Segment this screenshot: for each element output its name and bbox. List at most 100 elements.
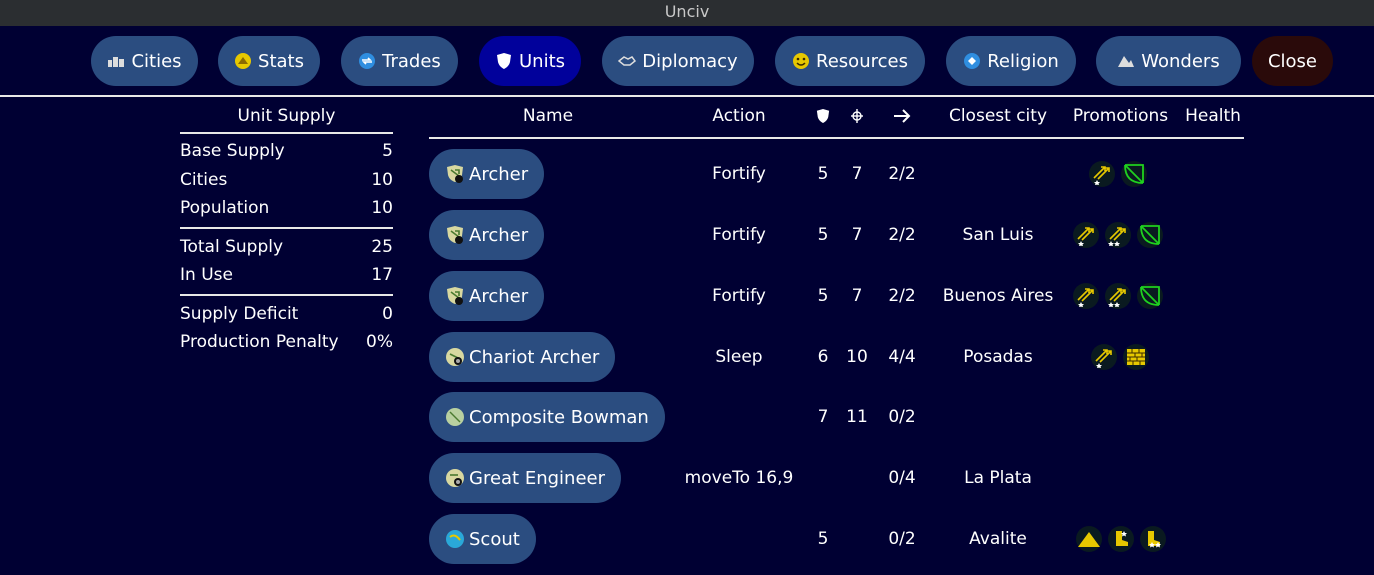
arrows-two-stars-icon[interactable] — [1105, 222, 1131, 248]
supply-row: Supply Deficit 0 — [180, 300, 393, 329]
arrows-star-icon[interactable] — [1073, 283, 1099, 309]
boot-two-stars-icon[interactable] — [1140, 526, 1166, 552]
bow-icon[interactable] — [1137, 283, 1163, 309]
archer-icon — [447, 226, 463, 244]
unit-range — [844, 514, 870, 564]
unit-closest-city: La Plata — [964, 468, 1032, 488]
unit-closest-city: Buenos Aires — [942, 286, 1054, 306]
unit-closest-city — [928, 392, 1068, 442]
unit-name: Great Engineer — [469, 467, 606, 489]
unit-button-composite-bowman[interactable]: Composite Bowman — [429, 392, 665, 442]
arrows-two-stars-icon[interactable] — [1105, 283, 1131, 309]
supply-value: 25 — [371, 236, 393, 257]
tab-diplomacy[interactable]: Diplomacy — [602, 36, 754, 86]
unit-promotions — [1076, 514, 1166, 564]
unit-range: 10 — [846, 347, 868, 367]
divider — [180, 132, 393, 134]
arrows-star-icon[interactable] — [1091, 344, 1117, 370]
unit-range: 11 — [846, 407, 868, 427]
unit-name: Archer — [469, 163, 529, 185]
wonders-icon — [1117, 52, 1135, 70]
supply-row: Cities 10 — [180, 166, 393, 195]
unit-button-archer[interactable]: Archer — [429, 149, 545, 199]
column-header-strength[interactable] — [810, 104, 836, 128]
shield-icon — [816, 109, 830, 123]
divider — [180, 226, 393, 229]
column-header-range[interactable] — [844, 104, 870, 128]
wall-icon[interactable] — [1123, 344, 1149, 370]
supply-label: Supply Deficit — [180, 303, 299, 324]
column-header-name[interactable]: Name — [498, 104, 598, 128]
column-header-promotions[interactable]: Promotions — [1064, 104, 1177, 128]
unit-strength: 5 — [817, 286, 829, 306]
unit-closest-city: San Luis — [962, 225, 1034, 245]
supply-row: Production Penalty 0% — [180, 328, 393, 357]
unit-movement: 0/4 — [888, 468, 916, 488]
unit-movement: 0/2 — [888, 407, 916, 427]
unit-button-archer[interactable]: Archer — [429, 271, 545, 321]
unit-button-archer[interactable]: Archer — [429, 210, 545, 260]
tab-bar: Cities Stats Trades Units Diplomacy Reso… — [0, 26, 1374, 96]
unit-action — [689, 392, 789, 442]
unit-range: 7 — [851, 164, 863, 184]
boot-star-icon[interactable] — [1108, 526, 1134, 552]
tab-wonders[interactable]: Wonders — [1096, 36, 1241, 86]
supply-value: 0% — [366, 332, 393, 352]
bow-icon[interactable] — [1137, 222, 1163, 248]
triangle-icon[interactable] — [1076, 526, 1102, 552]
close-button-label: Close — [1267, 50, 1318, 72]
divider — [180, 293, 393, 296]
unit-closest-city: Avalite — [969, 529, 1027, 549]
unit-movement: 0/2 — [888, 529, 916, 549]
supply-value: 17 — [371, 265, 393, 285]
column-header-action[interactable]: Action — [689, 104, 789, 128]
supply-label: Cities — [180, 169, 228, 190]
unit-promotions — [1089, 149, 1147, 199]
tab-trades-label: Trades — [382, 50, 441, 72]
diplomacy-icon — [618, 52, 637, 70]
unit-strength — [810, 453, 836, 503]
arrows-star-icon[interactable] — [1073, 222, 1099, 248]
tab-trades[interactable]: Trades — [341, 36, 458, 86]
supply-value: 10 — [371, 169, 393, 190]
column-header-movement[interactable] — [889, 104, 915, 128]
resources-icon — [792, 52, 810, 70]
supply-label: Total Supply — [180, 236, 284, 257]
unit-button-scout[interactable]: Scout — [429, 514, 536, 564]
table-header-divider — [429, 137, 1244, 139]
supply-value: 10 — [371, 198, 393, 218]
unit-name: Composite Bowman — [469, 406, 649, 428]
column-header-city[interactable]: Closest city — [938, 104, 1058, 128]
unit-button-chariot-archer[interactable]: Chariot Archer — [429, 332, 616, 382]
unit-closest-city — [928, 149, 1068, 199]
tab-stats[interactable]: Stats — [218, 36, 320, 86]
unit-action — [689, 514, 789, 564]
unit-range: 7 — [851, 286, 863, 306]
unit-strength: 6 — [817, 347, 829, 367]
tab-religion[interactable]: Religion — [946, 36, 1076, 86]
archer-icon — [447, 287, 463, 305]
unit-supply-header: Unit Supply — [237, 106, 336, 126]
tab-resources-label: Resources — [816, 50, 908, 72]
unit-range: 7 — [851, 225, 863, 245]
unit-promotions — [1091, 332, 1149, 382]
tab-cities-label: Cities — [131, 50, 182, 72]
unit-range — [844, 453, 870, 503]
bow-icon[interactable] — [1121, 161, 1147, 187]
supply-value: 5 — [382, 141, 393, 161]
close-button[interactable]: Close — [1252, 36, 1333, 86]
tab-resources[interactable]: Resources — [775, 36, 925, 86]
header-divider — [0, 95, 1374, 97]
arrow-right-icon — [894, 109, 911, 123]
arrows-star-icon[interactable] — [1089, 161, 1115, 187]
tab-units[interactable]: Units — [479, 36, 581, 86]
supply-row: Total Supply 25 — [180, 233, 393, 262]
unit-closest-city: Posadas — [963, 347, 1033, 367]
crosshair-icon — [851, 109, 863, 123]
column-header-health[interactable]: Health — [1180, 104, 1246, 128]
unit-button-great-engineer[interactable]: Great Engineer — [429, 453, 622, 503]
unit-name: Archer — [469, 224, 529, 246]
tab-cities[interactable]: Cities — [91, 36, 198, 86]
trades-icon — [358, 52, 376, 70]
supply-row: Base Supply 5 — [180, 137, 393, 166]
